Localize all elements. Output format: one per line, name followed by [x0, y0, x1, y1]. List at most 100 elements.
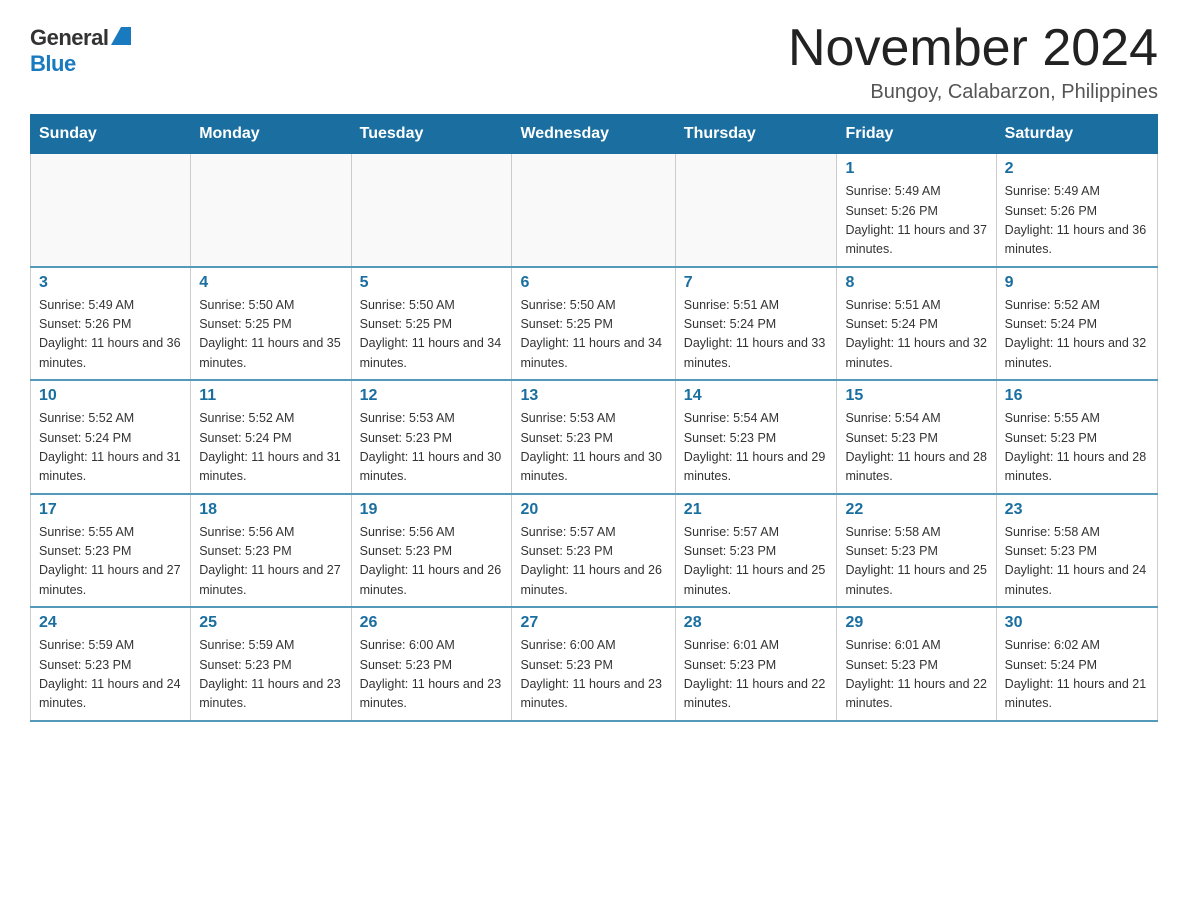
table-row: 27 Sunrise: 6:00 AM Sunset: 5:23 PM Dayli… — [512, 607, 675, 721]
day-info: Sunrise: 5:55 AM Sunset: 5:23 PM Dayligh… — [39, 523, 182, 601]
day-number: 13 — [520, 387, 666, 405]
day-info: Sunrise: 5:58 AM Sunset: 5:23 PM Dayligh… — [845, 523, 987, 601]
day-info: Sunrise: 5:50 AM Sunset: 5:25 PM Dayligh… — [199, 296, 342, 374]
day-number: 5 — [360, 274, 504, 292]
day-info: Sunrise: 5:59 AM Sunset: 5:23 PM Dayligh… — [199, 636, 342, 714]
day-number: 21 — [684, 501, 829, 519]
day-info: Sunrise: 5:50 AM Sunset: 5:25 PM Dayligh… — [360, 296, 504, 374]
day-info: Sunrise: 6:01 AM Sunset: 5:23 PM Dayligh… — [684, 636, 829, 714]
table-row: 30Sunrise: 6:02 AM Sunset: 5:24 PM Dayli… — [996, 607, 1157, 721]
header-tuesday: Tuesday — [351, 115, 512, 154]
day-info: Sunrise: 5:56 AM Sunset: 5:23 PM Dayligh… — [199, 523, 342, 601]
table-row: 22 Sunrise: 5:58 AM Sunset: 5:23 PM Dayli… — [837, 494, 996, 608]
day-info: Sunrise: 6:02 AM Sunset: 5:24 PM Dayligh… — [1005, 636, 1149, 714]
day-info: Sunrise: 5:55 AM Sunset: 5:23 PM Dayligh… — [1005, 409, 1149, 487]
table-row: 6Sunrise: 5:50 AM Sunset: 5:25 PM Daylig… — [512, 267, 675, 381]
table-row: 3 Sunrise: 5:49 AM Sunset: 5:26 PM Daylig… — [31, 267, 191, 381]
day-number: 17 — [39, 501, 182, 519]
day-info: Sunrise: 5:52 AM Sunset: 5:24 PM Dayligh… — [1005, 296, 1149, 374]
table-row — [351, 154, 512, 267]
day-info: Sunrise: 5:52 AM Sunset: 5:24 PM Dayligh… — [199, 409, 342, 487]
header-wednesday: Wednesday — [512, 115, 675, 154]
day-number: 19 — [360, 501, 504, 519]
calendar-header-row: Sunday Monday Tuesday Wednesday Thursday… — [31, 115, 1158, 154]
title-block: November 2024 Bungoy, Calabarzon, Philip… — [788, 20, 1158, 104]
calendar-table: Sunday Monday Tuesday Wednesday Thursday… — [30, 114, 1158, 722]
day-info: Sunrise: 5:57 AM Sunset: 5:23 PM Dayligh… — [684, 523, 829, 601]
day-info: Sunrise: 5:49 AM Sunset: 5:26 PM Dayligh… — [845, 182, 987, 260]
day-info: Sunrise: 5:58 AM Sunset: 5:23 PM Dayligh… — [1005, 523, 1149, 601]
calendar-week-row: 10 Sunrise: 5:52 AM Sunset: 5:24 PM Dayli… — [31, 380, 1158, 494]
table-row: 21 Sunrise: 5:57 AM Sunset: 5:23 PM Dayli… — [675, 494, 837, 608]
table-row — [675, 154, 837, 267]
table-row: 15 Sunrise: 5:54 AM Sunset: 5:23 PM Dayli… — [837, 380, 996, 494]
day-info: Sunrise: 5:49 AM Sunset: 5:26 PM Dayligh… — [39, 296, 182, 374]
day-info: Sunrise: 6:00 AM Sunset: 5:23 PM Dayligh… — [360, 636, 504, 714]
day-number: 10 — [39, 387, 182, 405]
day-info: Sunrise: 5:53 AM Sunset: 5:23 PM Dayligh… — [360, 409, 504, 487]
logo-general-text: General — [30, 25, 108, 51]
day-number: 22 — [845, 501, 987, 519]
logo: General Blue — [30, 25, 131, 77]
table-row: 10 Sunrise: 5:52 AM Sunset: 5:24 PM Dayli… — [31, 380, 191, 494]
day-info: Sunrise: 5:51 AM Sunset: 5:24 PM Dayligh… — [845, 296, 987, 374]
table-row: 18 Sunrise: 5:56 AM Sunset: 5:23 PM Dayli… — [191, 494, 351, 608]
day-number: 16 — [1005, 387, 1149, 405]
calendar-week-row: 17 Sunrise: 5:55 AM Sunset: 5:23 PM Dayli… — [31, 494, 1158, 608]
day-number: 20 — [520, 501, 666, 519]
header-thursday: Thursday — [675, 115, 837, 154]
table-row: 5 Sunrise: 5:50 AM Sunset: 5:25 PM Daylig… — [351, 267, 512, 381]
day-number: 15 — [845, 387, 987, 405]
day-number: 29 — [845, 614, 987, 632]
day-number: 2 — [1005, 160, 1149, 178]
table-row: 23 Sunrise: 5:58 AM Sunset: 5:23 PM Dayli… — [996, 494, 1157, 608]
day-info: Sunrise: 6:00 AM Sunset: 5:23 PM Dayligh… — [520, 636, 666, 714]
table-row: 29 Sunrise: 6:01 AM Sunset: 5:23 PM Dayli… — [837, 607, 996, 721]
day-info: Sunrise: 5:53 AM Sunset: 5:23 PM Dayligh… — [520, 409, 666, 487]
day-number: 23 — [1005, 501, 1149, 519]
table-row: 2 Sunrise: 5:49 AM Sunset: 5:26 PM Daylig… — [996, 154, 1157, 267]
day-info: Sunrise: 5:49 AM Sunset: 5:26 PM Dayligh… — [1005, 182, 1149, 260]
table-row: 28 Sunrise: 6:01 AM Sunset: 5:23 PM Dayli… — [675, 607, 837, 721]
logo-blue-text: Blue — [30, 51, 76, 77]
day-info: Sunrise: 5:54 AM Sunset: 5:23 PM Dayligh… — [684, 409, 829, 487]
day-number: 4 — [199, 274, 342, 292]
day-number: 18 — [199, 501, 342, 519]
table-row — [191, 154, 351, 267]
location-subtitle: Bungoy, Calabarzon, Philippines — [788, 81, 1158, 104]
page-header: General Blue November 2024 Bungoy, Calab… — [30, 20, 1158, 104]
calendar-week-row: 1 Sunrise: 5:49 AM Sunset: 5:26 PM Daylig… — [31, 154, 1158, 267]
table-row: 24 Sunrise: 5:59 AM Sunset: 5:23 PM Dayli… — [31, 607, 191, 721]
day-number: 12 — [360, 387, 504, 405]
table-row: 20 Sunrise: 5:57 AM Sunset: 5:23 PM Dayli… — [512, 494, 675, 608]
table-row: 13 Sunrise: 5:53 AM Sunset: 5:23 PM Dayli… — [512, 380, 675, 494]
day-info: Sunrise: 6:01 AM Sunset: 5:23 PM Dayligh… — [845, 636, 987, 714]
table-row: 9Sunrise: 5:52 AM Sunset: 5:24 PM Daylig… — [996, 267, 1157, 381]
table-row: 16 Sunrise: 5:55 AM Sunset: 5:23 PM Dayli… — [996, 380, 1157, 494]
table-row — [512, 154, 675, 267]
table-row: 7Sunrise: 5:51 AM Sunset: 5:24 PM Daylig… — [675, 267, 837, 381]
day-info: Sunrise: 5:54 AM Sunset: 5:23 PM Dayligh… — [845, 409, 987, 487]
day-number: 24 — [39, 614, 182, 632]
day-number: 1 — [845, 160, 987, 178]
day-info: Sunrise: 5:59 AM Sunset: 5:23 PM Dayligh… — [39, 636, 182, 714]
day-number: 28 — [684, 614, 829, 632]
day-info: Sunrise: 5:52 AM Sunset: 5:24 PM Dayligh… — [39, 409, 182, 487]
calendar-week-row: 24 Sunrise: 5:59 AM Sunset: 5:23 PM Dayli… — [31, 607, 1158, 721]
header-friday: Friday — [837, 115, 996, 154]
day-info: Sunrise: 5:57 AM Sunset: 5:23 PM Dayligh… — [520, 523, 666, 601]
day-number: 25 — [199, 614, 342, 632]
day-number: 3 — [39, 274, 182, 292]
header-sunday: Sunday — [31, 115, 191, 154]
day-number: 11 — [199, 387, 342, 405]
table-row: 1 Sunrise: 5:49 AM Sunset: 5:26 PM Daylig… — [837, 154, 996, 267]
table-row: 14Sunrise: 5:54 AM Sunset: 5:23 PM Dayli… — [675, 380, 837, 494]
calendar-week-row: 3 Sunrise: 5:49 AM Sunset: 5:26 PM Daylig… — [31, 267, 1158, 381]
table-row: 17 Sunrise: 5:55 AM Sunset: 5:23 PM Dayli… — [31, 494, 191, 608]
day-number: 8 — [845, 274, 987, 292]
day-info: Sunrise: 5:56 AM Sunset: 5:23 PM Dayligh… — [360, 523, 504, 601]
day-number: 27 — [520, 614, 666, 632]
month-title: November 2024 — [788, 20, 1158, 77]
table-row: 12 Sunrise: 5:53 AM Sunset: 5:23 PM Dayli… — [351, 380, 512, 494]
table-row: 8 Sunrise: 5:51 AM Sunset: 5:24 PM Daylig… — [837, 267, 996, 381]
